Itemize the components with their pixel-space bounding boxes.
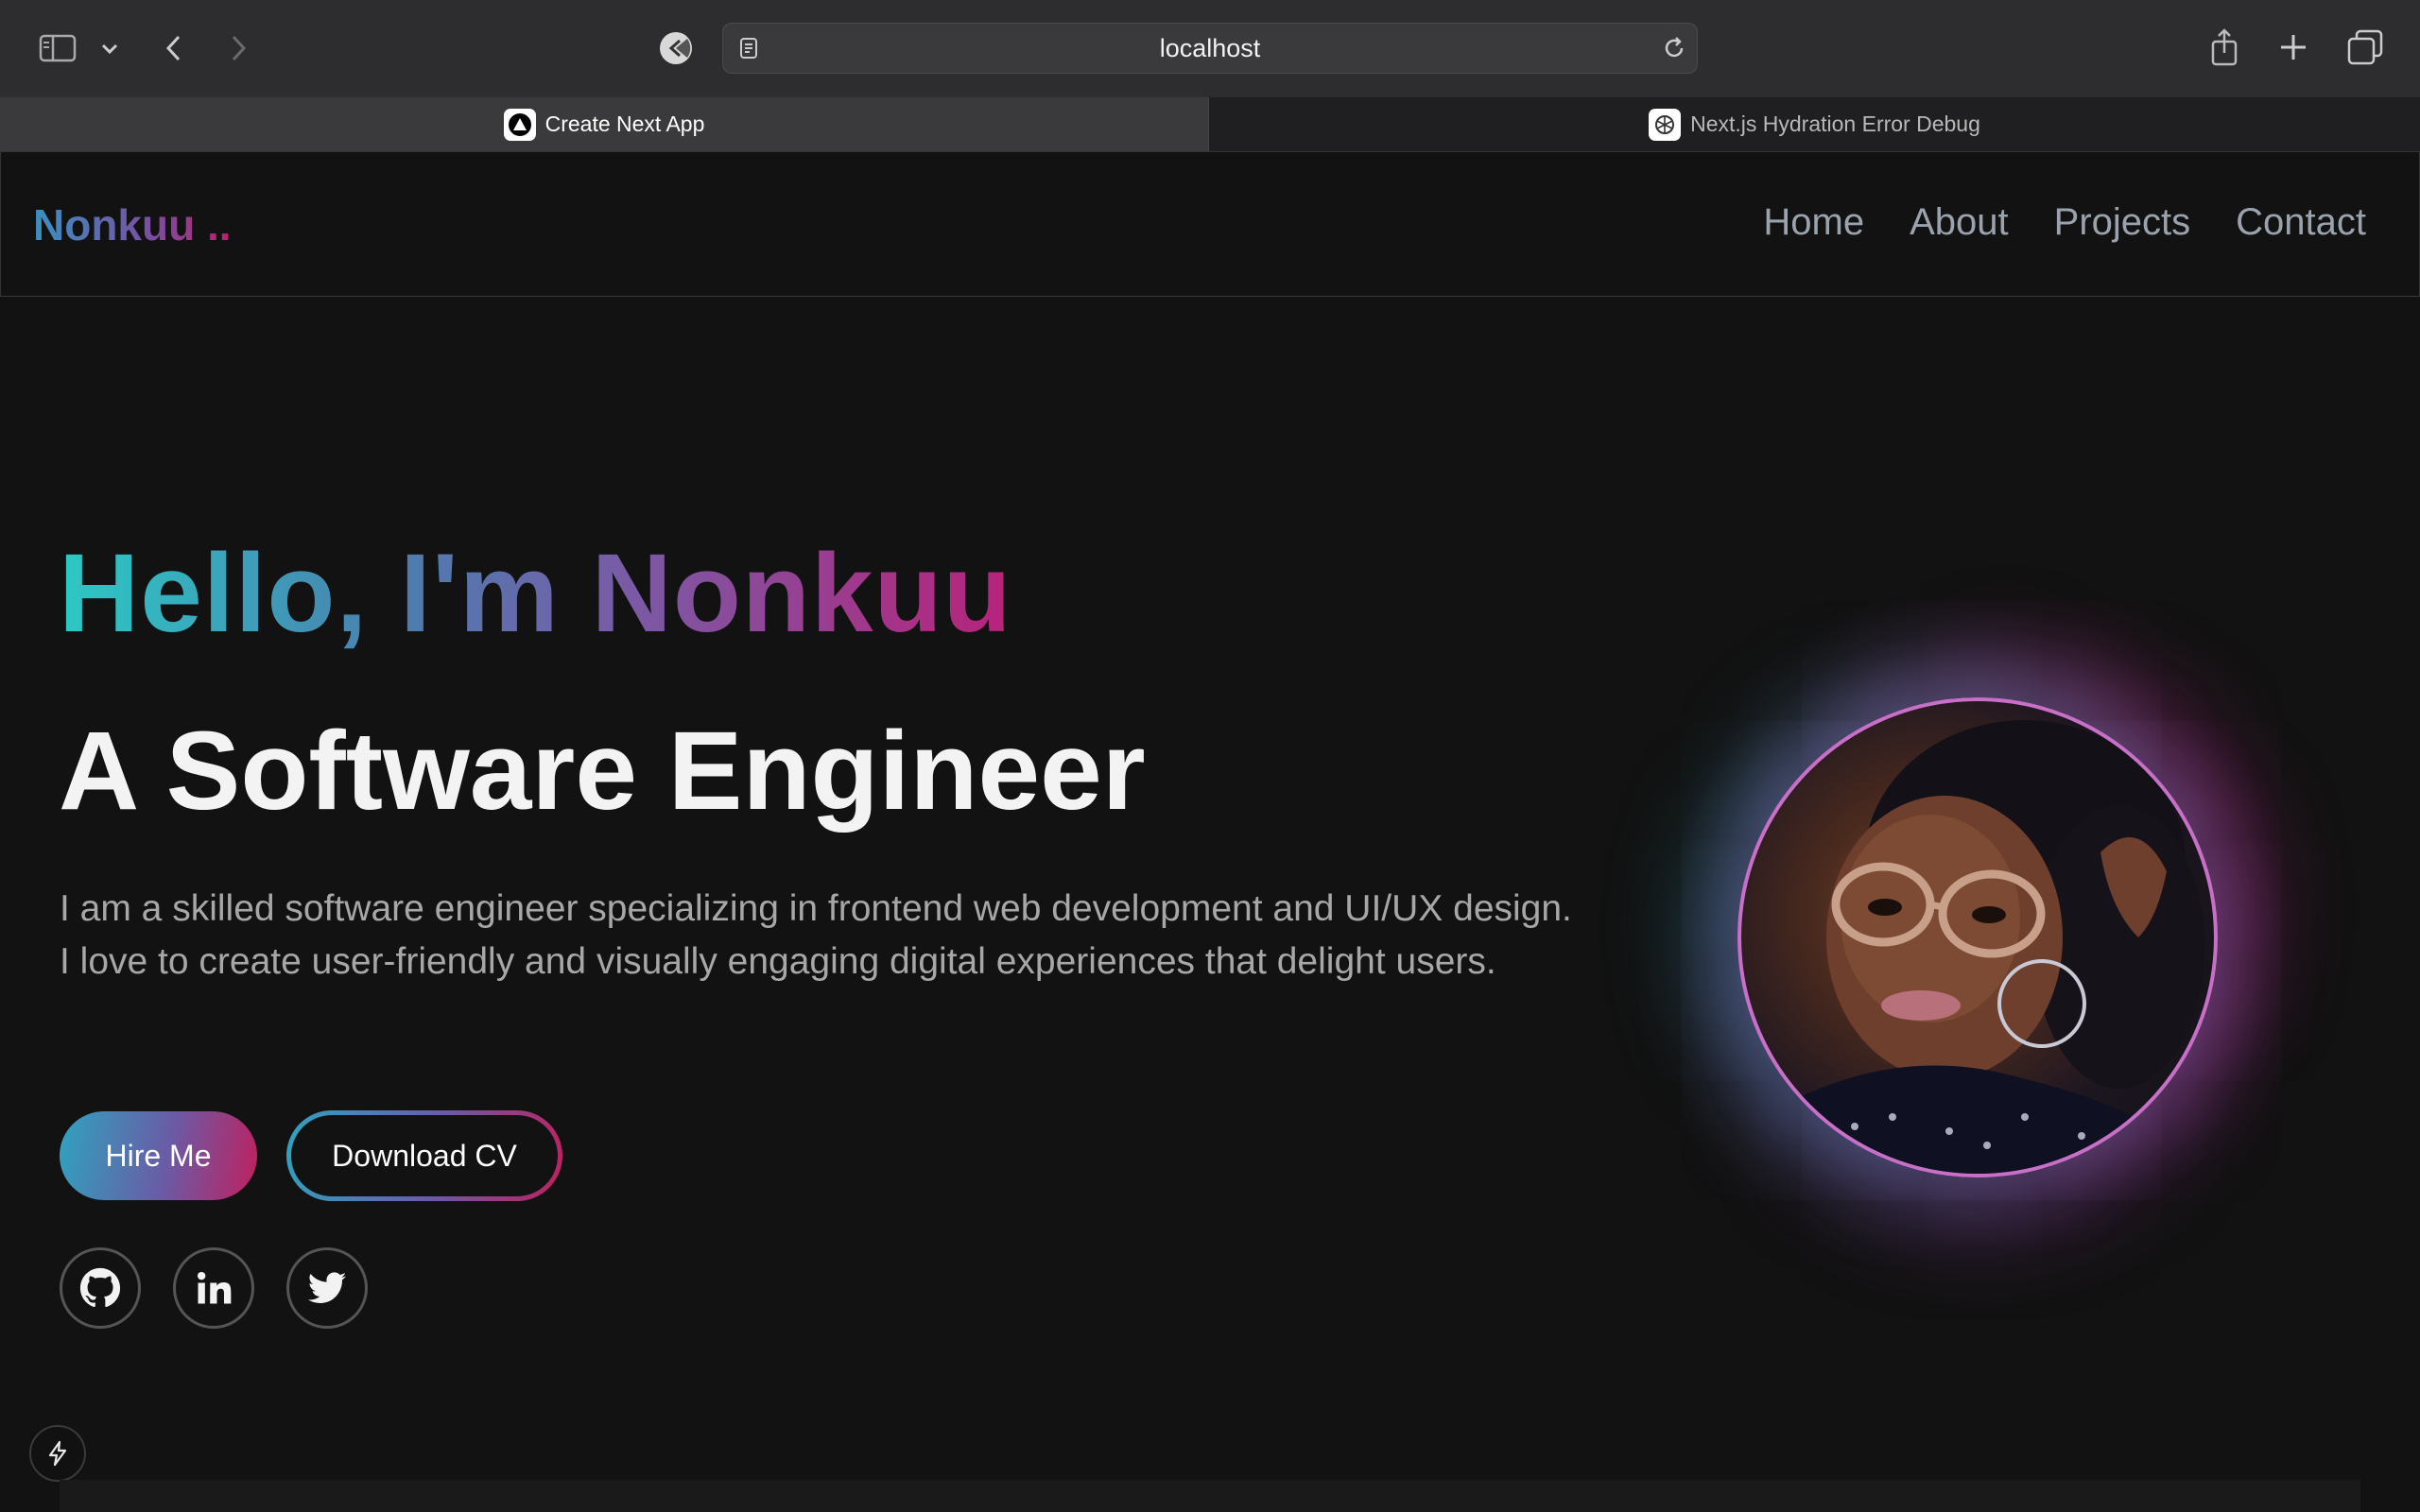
- forward-icon[interactable]: [225, 30, 253, 66]
- profile-photo-illustration: [1741, 720, 2214, 1174]
- tab-title: Next.js Hydration Error Debug: [1690, 112, 1980, 136]
- share-icon[interactable]: [2208, 26, 2240, 68]
- hero-role: A Software Engineer: [59, 709, 1146, 833]
- site-logo[interactable]: Nonkuu ..: [33, 199, 232, 250]
- download-cv-button[interactable]: Download CV: [286, 1110, 562, 1201]
- sidebar-icon[interactable]: [38, 32, 78, 64]
- profile-photo: [1737, 697, 2218, 1177]
- nav-link-home[interactable]: Home: [1763, 201, 1864, 244]
- download-cv-label: Download CV: [291, 1115, 558, 1196]
- site-navbar: Nonkuu .. Home About Projects Contact: [0, 151, 2420, 297]
- url-text: localhost: [1159, 33, 1261, 62]
- reload-icon[interactable]: [1661, 35, 1687, 61]
- back-icon[interactable]: [159, 30, 187, 66]
- chatgpt-favicon-icon: [1649, 108, 1682, 141]
- github-icon[interactable]: [60, 1247, 141, 1329]
- tab-hydration-error-debug[interactable]: Next.js Hydration Error Debug: [1208, 97, 2420, 151]
- chevron-down-icon[interactable]: [98, 38, 121, 60]
- next-section-edge: [60, 1480, 2360, 1512]
- address-bar[interactable]: localhost: [722, 23, 1698, 74]
- new-tab-icon[interactable]: [2276, 30, 2310, 64]
- tab-strip: Create Next App Next.js Hydration Error …: [0, 97, 2420, 152]
- twitter-icon[interactable]: [286, 1247, 368, 1329]
- nav-link-contact[interactable]: Contact: [2236, 201, 2366, 244]
- tab-title: Create Next App: [544, 112, 705, 136]
- nav-link-about[interactable]: About: [1910, 201, 2009, 244]
- nextjs-dev-indicator-icon[interactable]: [29, 1425, 86, 1482]
- hero-greeting: Hello, I'm Nonkuu: [59, 531, 1012, 656]
- tab-overview-icon[interactable]: [2346, 28, 2384, 66]
- hero-bio: I am a skilled software engineer special…: [60, 888, 1572, 982]
- nextjs-favicon-icon: [503, 108, 536, 141]
- nav-link-projects[interactable]: Projects: [2054, 201, 2191, 244]
- linkedin-icon[interactable]: [173, 1247, 254, 1329]
- tab-create-next-app[interactable]: Create Next App: [0, 97, 1208, 151]
- nav-links: Home About Projects Contact: [1763, 201, 2366, 244]
- extension-icon[interactable]: [658, 30, 694, 66]
- browser-toolbar: localhost: [0, 0, 2420, 97]
- hire-me-button[interactable]: Hire Me: [60, 1111, 257, 1200]
